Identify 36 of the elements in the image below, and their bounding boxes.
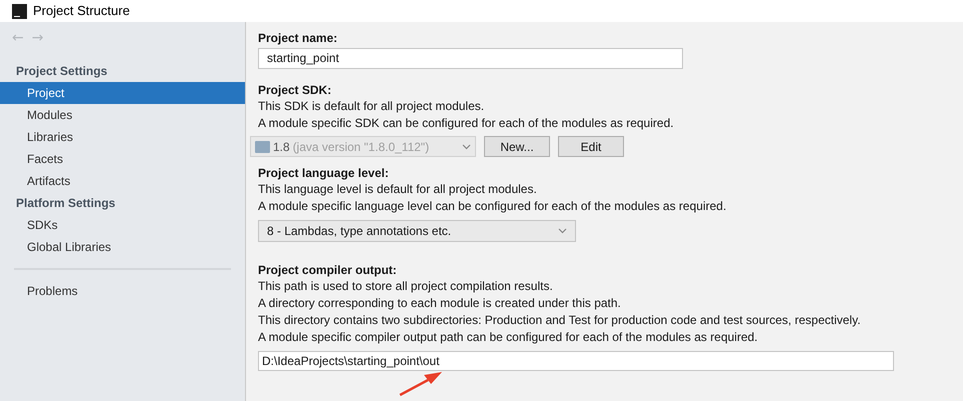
- button[interactable]: Edit: [558, 136, 624, 158]
- description-text: This path is used to store all project compilation results.: [258, 278, 554, 295]
- description-text: A module specific language level can be configured for each of the modules as required.: [258, 198, 728, 216]
- chevron-down-icon: [558, 228, 567, 234]
- description-text: This SDK is default for all project modules.: [258, 98, 486, 116]
- app-logo-icon: [12, 4, 27, 18]
- sidebar-item[interactable]: Global Libraries: [0, 236, 245, 258]
- sidebar-item[interactable]: SDKs: [0, 214, 245, 236]
- sidebar-item[interactable]: Artifacts: [0, 170, 245, 192]
- sidebar-item[interactable]: Libraries: [0, 126, 245, 148]
- description-text: A module specific SDK can be configured for each of the modules as required.: [258, 115, 675, 132]
- section-label: Project name:: [258, 30, 338, 46]
- button[interactable]: New...: [484, 136, 550, 158]
- chevron-down-icon: [462, 144, 471, 150]
- window-title: Project Structure: [33, 2, 130, 20]
- section-label: Project language level:: [258, 165, 390, 182]
- sdk-version: 1.8: [273, 138, 290, 156]
- description-text: A directory corresponding to each module is created under this path.: [258, 294, 622, 312]
- description-text: A module specific compiler output path can be configured for each of the modules as required.: [258, 328, 759, 346]
- output-path-field[interactable]: D:\IdeaProjects\starting_point\out: [258, 350, 894, 372]
- section-heading: Project Settings: [15, 63, 108, 80]
- description-text: This directory contains two subdirectories: Production and Test for production code and test sources, respectively.: [258, 312, 862, 329]
- language-level-dropdown[interactable]: 8 - Lambdas, type annotations etc.: [258, 220, 576, 242]
- dropdown-value: 8 - Lambdas, type annotations etc.: [267, 223, 452, 240]
- section-heading: Platform Settings: [15, 195, 116, 212]
- section-label: Project compiler output:: [258, 262, 398, 278]
- annotation-arrow: [398, 371, 444, 398]
- sidebar-item[interactable]: Problems: [0, 280, 245, 302]
- section-label: Project SDK:: [258, 82, 332, 98]
- sidebar-item[interactable]: Facets: [0, 148, 245, 170]
- text-field[interactable]: starting_point: [258, 48, 683, 69]
- folder-icon: [255, 140, 270, 153]
- sidebar-item[interactable]: Modules: [0, 104, 245, 126]
- sdk-detail: (java version "1.8.0_112"): [292, 138, 430, 156]
- sidebar-item[interactable]: Project: [0, 82, 245, 104]
- description-text: This language level is default for all project modules.: [258, 181, 538, 198]
